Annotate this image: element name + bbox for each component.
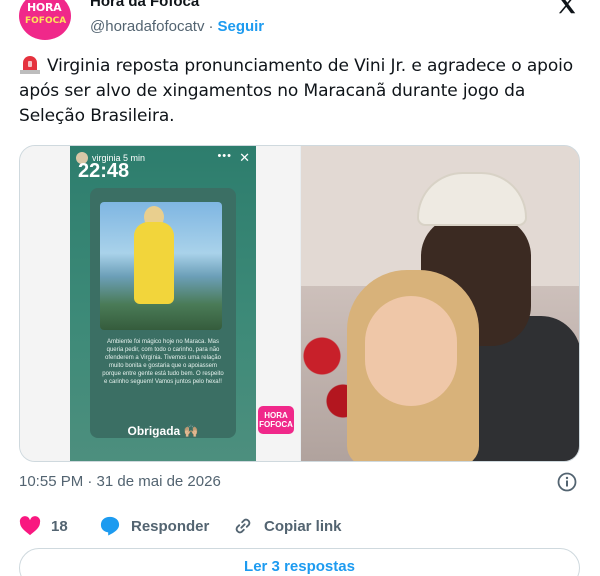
more-icon: ••• [217,150,232,162]
info-icon[interactable] [557,472,577,492]
close-icon: ✕ [239,150,250,165]
user-handle[interactable]: @horadafofocatv [90,18,204,35]
reposted-post: Ambiente foi mágico hoje no Maraca. Mas … [90,188,236,438]
tweet-text: Virginia reposta pronunciamento de Vini … [19,54,584,129]
tweet-header: HORA FOFOCA Hora da Fofoca @horadafofoca… [0,0,600,46]
tweet-body: Virginia reposta pronunciamento de Vini … [19,56,574,126]
x-logo-icon[interactable] [556,0,578,16]
woman-face [365,296,457,406]
media-grid[interactable]: virginia 5 min ••• ✕ 22:48 Ambiente foi … [19,145,580,462]
action-bar: 18 Responder Copiar link [19,514,580,538]
person-yellow-jersey [134,222,174,304]
reply-bubble-icon [100,516,120,536]
copy-link-button[interactable]: Copiar link [232,514,342,538]
like-button[interactable]: 18 [19,514,68,538]
story-clock: 22:48 [78,160,130,182]
avatar[interactable]: HORA FOFOCA [19,0,71,40]
reply-button[interactable]: Responder [99,514,209,538]
copy-link-label: Copiar link [264,517,342,535]
hora-fofoca-watermark: HORA FOFOCA [258,406,294,434]
heart-icon [19,516,41,536]
avatar-text-top: HORA [27,1,62,14]
separator: · [208,18,214,35]
watermark-bottom: FOFOCA [259,420,293,429]
display-name[interactable]: Hora da Fofoca [90,0,199,11]
reply-label: Responder [131,517,210,535]
follow-button[interactable]: Seguir [217,18,264,35]
story-caption: Ambiente foi mágico hoje no Maraca. Mas … [102,339,224,385]
story-thanks: Obrigada 🙌🏼 [127,424,199,438]
link-icon [235,518,251,534]
handle-row: @horadafofocatv · Seguir [90,17,264,37]
like-count: 18 [51,517,68,535]
watermark-top: HORA [264,411,288,420]
read-replies-button[interactable]: Ler 3 respostas [19,548,580,576]
siren-emoji-icon [20,56,40,74]
instagram-story: virginia 5 min ••• ✕ 22:48 Ambiente foi … [70,146,294,461]
selfie-photo[interactable] [301,146,579,461]
avatar-text-bottom: FOFOCA [25,16,67,26]
story-screenshot-image[interactable]: virginia 5 min ••• ✕ 22:48 Ambiente foi … [20,146,300,461]
tweet-timestamp[interactable]: 10:55 PM · 31 de mai de 2026 [19,472,221,492]
